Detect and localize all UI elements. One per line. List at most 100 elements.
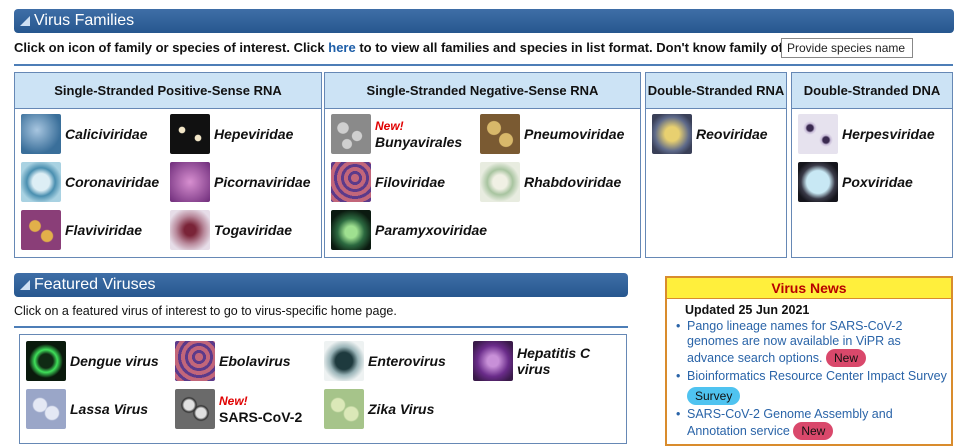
featured-enterovirus[interactable]: Enterovirus [324,341,446,381]
virus-families-title: Virus Families [34,12,135,29]
new-badge: New [826,349,867,367]
families-instructions: Click on icon of family or species of in… [14,40,842,55]
flaviviridae-image[interactable] [21,210,61,250]
family-pneumoviridae[interactable]: Pneumoviridae [480,114,624,154]
reoviridae-image[interactable] [652,114,692,154]
bunyavirales-image[interactable] [331,114,371,154]
family-togaviridae[interactable]: Togaviridae [170,210,292,250]
sars-cov-2-label-wrap: New! SARS-CoV-2 [219,393,302,426]
virus-families-header[interactable]: Virus Families [14,9,954,33]
panel-ds-dna: Double-Stranded DNA Herpesviridae Poxvir… [791,72,953,258]
family-coronaviridae[interactable]: Coronaviridae [21,162,159,202]
family-flaviviridae[interactable]: Flaviviridae [21,210,142,250]
news-link[interactable]: Pango lineage names for SARS-CoV-2 genom… [687,319,902,365]
news-list: Pango lineage names for SARS-CoV-2 genom… [675,319,951,440]
family-label[interactable]: Togaviridae [214,222,292,238]
featured-zika[interactable]: Zika Virus [324,389,434,429]
new-tag: New! [219,393,248,408]
enterovirus-image[interactable] [324,341,364,381]
featured-label[interactable]: Lassa Virus [70,401,148,417]
instructions-text-2: to to view all families and species in l… [355,40,843,55]
panel-title: Double-Stranded DNA [792,73,952,109]
poxviridae-image[interactable] [798,162,838,202]
family-label[interactable]: Hepeviridae [214,126,293,142]
zika-image[interactable] [324,389,364,429]
family-label[interactable]: Herpesviridae [842,126,935,142]
family-bunyavirales[interactable]: New! Bunyavirales [331,114,462,154]
featured-ebolavirus[interactable]: Ebolavirus [175,341,291,381]
featured-label[interactable]: Zika Virus [368,401,434,417]
herpesviridae-image[interactable] [798,114,838,154]
featured-dengue[interactable]: Dengue virus [26,341,159,381]
virus-news-title: Virus News [667,278,951,299]
family-label[interactable]: Rhabdoviridae [524,174,621,190]
featured-label[interactable]: Dengue virus [70,353,159,369]
family-label[interactable]: Flaviviridae [65,222,142,238]
caliciviridae-image[interactable] [21,114,61,154]
family-label[interactable]: Bunyavirales [375,134,462,150]
picornaviridae-image[interactable] [170,162,210,202]
family-herpesviridae[interactable]: Herpesviridae [798,114,935,154]
filoviridae-image[interactable] [331,162,371,202]
featured-viruses-header[interactable]: Featured Viruses [14,273,628,297]
news-item[interactable]: SARS-CoV-2 Genome Assembly and Annotatio… [675,407,951,440]
family-label[interactable]: Paramyxoviridae [375,222,487,238]
family-label[interactable]: Picornaviridae [214,174,311,190]
panel-title: Single-Stranded Negative-Sense RNA [325,73,640,109]
species-search-input[interactable] [781,38,913,58]
family-label[interactable]: Pneumoviridae [524,126,624,142]
panel-title: Double-Stranded RNA [646,73,786,109]
featured-label[interactable]: Hepatitis C virus [517,345,626,377]
featured-label[interactable]: Enterovirus [368,353,446,369]
virus-news-box: Virus News Updated 25 Jun 2021 Pango lin… [665,276,953,446]
family-hepeviridae[interactable]: Hepeviridae [170,114,293,154]
news-item[interactable]: Pango lineage names for SARS-CoV-2 genom… [675,319,951,367]
featured-hepatitis-c[interactable]: Hepatitis C virus [473,341,626,381]
family-label[interactable]: Reoviridae [696,126,768,142]
sars-cov-2-image[interactable] [175,389,215,429]
featured-viruses-title: Featured Viruses [34,276,156,293]
list-format-link[interactable]: here [328,40,355,55]
bunyavirales-label-wrap: New! Bunyavirales [375,118,462,151]
dengue-image[interactable] [26,341,66,381]
family-reoviridae[interactable]: Reoviridae [652,114,768,154]
rhabdoviridae-image[interactable] [480,162,520,202]
survey-badge: Survey [687,387,741,405]
featured-sars-cov-2[interactable]: New! SARS-CoV-2 [175,389,302,429]
family-filoviridae[interactable]: Filoviridae [331,162,445,202]
panel-ds-rna: Double-Stranded RNA Reoviridae [645,72,787,258]
family-poxviridae[interactable]: Poxviridae [798,162,913,202]
hepatitis-c-image[interactable] [473,341,513,381]
news-item[interactable]: Bioinformatics Resource Center Impact Su… [675,369,951,405]
news-updated-date: Updated 25 Jun 2021 [685,303,810,317]
family-caliciviridae[interactable]: Caliciviridae [21,114,148,154]
collapse-triangle-icon[interactable] [20,16,30,26]
hepeviridae-image[interactable] [170,114,210,154]
divider [14,326,628,328]
family-label[interactable]: Caliciviridae [65,126,148,142]
coronaviridae-image[interactable] [21,162,61,202]
pneumoviridae-image[interactable] [480,114,520,154]
family-label[interactable]: Coronaviridae [65,174,159,190]
paramyxoviridae-image[interactable] [331,210,371,250]
family-paramyxoviridae[interactable]: Paramyxoviridae [331,210,487,250]
news-link[interactable]: Bioinformatics Resource Center Impact Su… [687,369,947,383]
featured-lassa[interactable]: Lassa Virus [26,389,148,429]
family-label[interactable]: Poxviridae [842,174,913,190]
panel-ss-positive-rna: Single-Stranded Positive-Sense RNA Calic… [14,72,322,258]
family-picornaviridae[interactable]: Picornaviridae [170,162,311,202]
instructions-text-1: Click on icon of family or species of in… [14,40,329,55]
panel-ss-negative-rna: Single-Stranded Negative-Sense RNA New! … [324,72,641,258]
lassa-image[interactable] [26,389,66,429]
togaviridae-image[interactable] [170,210,210,250]
divider [14,64,953,66]
ebolavirus-image[interactable] [175,341,215,381]
family-rhabdoviridae[interactable]: Rhabdoviridae [480,162,621,202]
new-tag: New! [375,118,404,133]
family-label[interactable]: Filoviridae [375,174,445,190]
featured-instructions: Click on a featured virus of interest to… [14,304,397,318]
featured-label[interactable]: SARS-CoV-2 [219,409,302,425]
collapse-triangle-icon[interactable] [20,280,30,290]
news-link[interactable]: SARS-CoV-2 Genome Assembly and Annotatio… [687,407,893,438]
featured-label[interactable]: Ebolavirus [219,353,291,369]
